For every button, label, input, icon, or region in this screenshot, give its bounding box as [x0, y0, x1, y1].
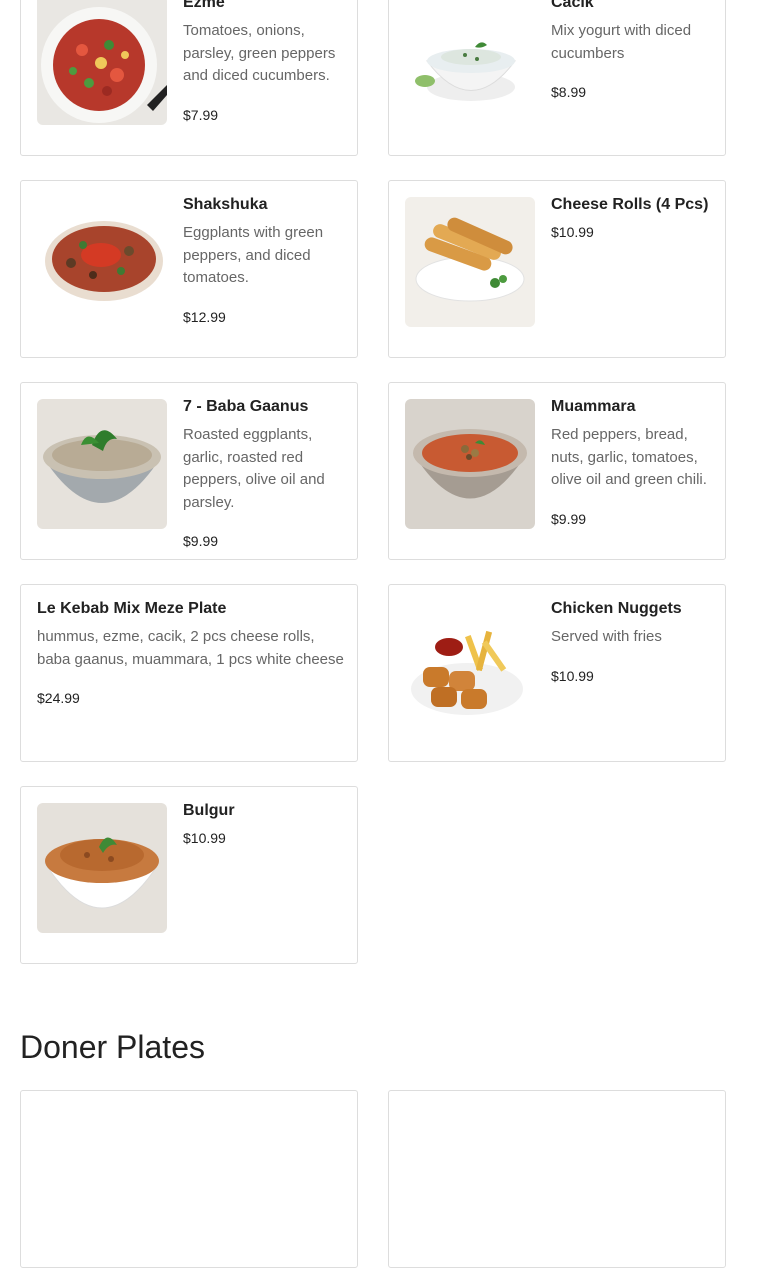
menu-item-card[interactable] [388, 1090, 726, 1268]
item-title: Muammara [551, 398, 636, 415]
menu-item-card-muammara[interactable]: Muammara Red peppers, bread, nuts, garli… [388, 382, 726, 560]
item-description: hummus, ezme, cacik, 2 pcs cheese rolls,… [37, 628, 344, 668]
item-description: Tomatoes, onions, parsley, green peppers… [183, 22, 336, 84]
menu-item-card-cacik[interactable]: Cacik Mix yogurt with diced cucumbers $8… [388, 0, 726, 156]
item-title: Bulgur [183, 802, 235, 819]
menu-item-card-cheese-rolls[interactable]: Cheese Rolls (4 Pcs) $10.99 [388, 180, 726, 358]
item-title: Ezme [183, 0, 225, 11]
cacik-image [405, 0, 535, 125]
item-price: $9.99 [551, 510, 587, 527]
bulgur-image [37, 803, 167, 933]
menu-item-card[interactable] [20, 1090, 358, 1268]
section-title-doner-plates: Doner Plates [20, 1029, 205, 1065]
item-title: Le Kebab Mix Meze Plate [37, 600, 227, 617]
cheese-rolls-image [405, 197, 535, 327]
item-price: $12.99 [183, 308, 226, 325]
menu-item-card-bulgur[interactable]: Bulgur $10.99 [20, 786, 358, 964]
item-price: $10.99 [183, 830, 226, 846]
item-title: Cacik [551, 0, 594, 11]
chicken-nuggets-image [405, 601, 535, 731]
menu-item-card-baba-gaanus[interactable]: 7 - Baba Gaanus Roasted eggplants, garli… [20, 382, 358, 560]
item-description: Served with fries [551, 628, 662, 645]
item-title: Shakshuka [183, 196, 268, 213]
baba-gaanus-image [37, 399, 167, 529]
item-price: $8.99 [551, 84, 587, 100]
menu-item-card-chicken-nuggets[interactable]: Chicken Nuggets Served with fries $10.99 [388, 584, 726, 762]
item-price: $10.99 [551, 667, 594, 684]
item-price: $9.99 [183, 533, 219, 549]
menu-item-card-mix-meze-plate[interactable]: Le Kebab Mix Meze Plate hummus, ezme, ca… [20, 584, 358, 762]
item-description: Red peppers, bread, nuts, garlic, tomato… [551, 426, 707, 488]
item-description: Mix yogurt with diced cucumbers [551, 22, 692, 62]
menu-item-card-shakshuka[interactable]: Shakshuka Eggplants with green peppers, … [20, 180, 358, 358]
shakshuka-image [37, 197, 167, 327]
item-description: Eggplants with green peppers, and diced … [183, 224, 324, 286]
menu-item-card-ezme[interactable]: Ezme Tomatoes, onions, parsley, green pe… [20, 0, 358, 156]
item-title: Chicken Nuggets [551, 600, 682, 617]
muammara-image [405, 399, 535, 529]
item-price: $7.99 [183, 106, 219, 123]
item-price: $24.99 [37, 690, 80, 706]
ezme-image [37, 0, 167, 125]
item-price: $10.99 [551, 224, 594, 240]
item-title: 7 - Baba Gaanus [183, 398, 309, 415]
item-description: Roasted eggplants, garlic, roasted red p… [183, 426, 325, 511]
item-title: Cheese Rolls (4 Pcs) [551, 196, 709, 213]
